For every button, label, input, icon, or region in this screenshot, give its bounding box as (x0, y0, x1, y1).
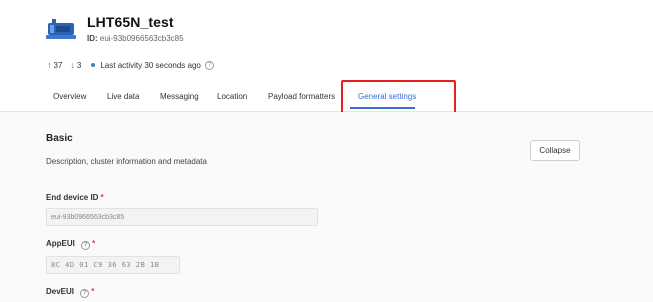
tab-messaging[interactable]: Messaging (160, 92, 199, 101)
uplink-count: 37 (53, 60, 63, 70)
device-id-value: eui-93b0966563cb3c85 (99, 34, 184, 43)
tab-overview[interactable]: Overview (53, 92, 86, 101)
tab-location[interactable]: Location (217, 92, 247, 101)
last-activity: Last activity 30 seconds ago (100, 60, 201, 70)
end-device-id-label-text: End device ID (46, 193, 99, 202)
help-icon[interactable]: ? (80, 289, 90, 298)
required-marker: * (92, 239, 96, 248)
section-title: Basic (46, 133, 73, 144)
downlink-count: 3 (76, 60, 82, 70)
help-icon[interactable]: ? (204, 60, 214, 70)
dev-eui-label-text: DevEUI (46, 287, 75, 296)
tab-bar: Overview Live data Messaging Location Pa… (0, 83, 653, 112)
device-title: LHT65N_test (87, 14, 174, 30)
app-eui-label-text: AppEUI (46, 239, 75, 248)
device-id-label: ID: (87, 34, 98, 43)
collapse-button[interactable]: Collapse (530, 140, 580, 161)
required-marker: * (91, 287, 95, 296)
status-dot-icon (91, 63, 96, 67)
end-device-id-label: End device ID * (46, 193, 104, 202)
device-icon (46, 17, 76, 43)
tab-live-data[interactable]: Live data (107, 92, 139, 101)
app-eui-label: AppEUI ? * (46, 239, 95, 250)
tab-payload-formatters[interactable]: Payload formatters (268, 92, 335, 101)
help-icon[interactable]: ? (81, 241, 91, 250)
arrow-up-icon: ↑ (47, 60, 52, 70)
device-id: ID: eui-93b0966563cb3c85 (87, 34, 184, 43)
required-marker: * (100, 193, 104, 202)
end-device-id-field[interactable]: eui-93b0966563cb3c85 (46, 208, 318, 226)
dev-eui-label: DevEUI ? * (46, 287, 94, 298)
arrow-down-icon: ↓ (70, 60, 75, 70)
section-description: Description, cluster information and met… (46, 157, 207, 166)
app-eui-field[interactable]: 8C 4D 01 C9 36 63 2B 1B (46, 256, 180, 274)
device-stats: ↑ 37 ↓ 3 Last activity 30 seconds ago ? (47, 60, 214, 70)
